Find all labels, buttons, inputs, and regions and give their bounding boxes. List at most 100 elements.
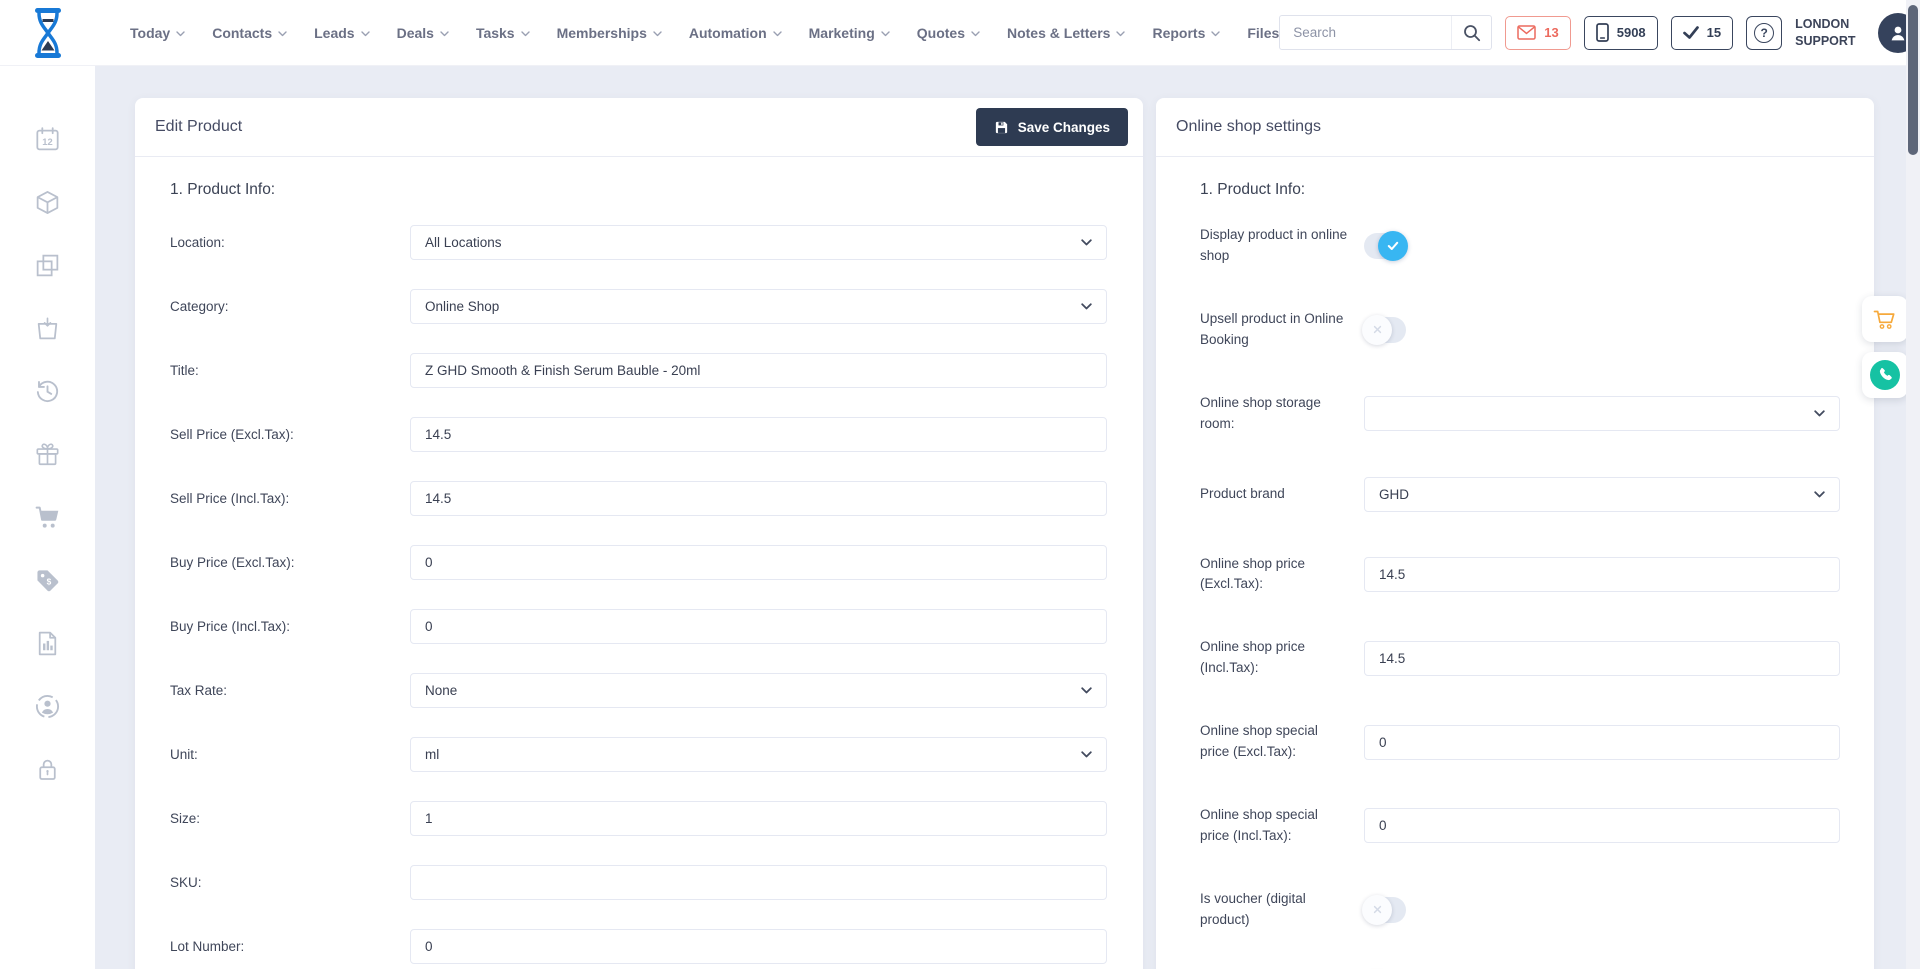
online-shop-special-price-excl-tax-input[interactable] (1364, 725, 1840, 760)
form-row: SKU: (170, 865, 1107, 900)
vertical-scrollbar[interactable] (1906, 0, 1920, 969)
nav-item-tasks[interactable]: Tasks (476, 25, 530, 41)
sidebar-calendar-icon[interactable]: 12 (34, 126, 61, 153)
field-label: Size: (170, 811, 410, 826)
floating-side-buttons (1862, 296, 1908, 398)
field-control (1364, 233, 1840, 259)
form-row: Is voucher (digital product) (1200, 889, 1840, 931)
toggle-knob (1362, 895, 1392, 925)
size-input[interactable] (410, 801, 1107, 836)
online-shop-cart-button[interactable] (1862, 296, 1908, 342)
icon-sidebar: 12 $ (0, 66, 95, 969)
field-control (410, 929, 1107, 964)
call-button[interactable] (1862, 352, 1908, 398)
check-icon (1683, 26, 1699, 39)
online-shop-price-incl-tax-input[interactable] (1364, 641, 1840, 676)
unit-select[interactable]: ml (410, 737, 1107, 772)
nav-item-today[interactable]: Today (130, 25, 185, 41)
save-changes-label: Save Changes (1018, 120, 1110, 135)
field-control: GHD (1364, 477, 1840, 512)
main-nav: Today Contacts Leads Deals Tasks Memberships A… (68, 25, 1279, 41)
nav-item-deals[interactable]: Deals (397, 25, 449, 41)
tasks-badge[interactable]: 15 (1671, 16, 1733, 50)
chevron-down-icon (176, 31, 185, 37)
field-control (410, 609, 1107, 644)
panel-title: Online shop settings (1176, 118, 1321, 136)
help-button[interactable]: ? (1746, 16, 1782, 50)
nav-item-label: Contacts (212, 25, 272, 41)
tax-rate-select[interactable]: None (410, 673, 1107, 708)
chevron-down-icon (1814, 491, 1825, 498)
nav-item-marketing[interactable]: Marketing (809, 25, 890, 41)
chevron-down-icon (1081, 687, 1092, 694)
section-title-product-info: 1. Product Info: (1200, 181, 1840, 199)
is-voucher-toggle[interactable] (1364, 897, 1406, 923)
sell-price-incl-tax-input[interactable] (410, 481, 1107, 516)
storage-room-select[interactable] (1364, 396, 1840, 431)
field-label: Category: (170, 299, 410, 314)
scrollbar-thumb[interactable] (1908, 5, 1918, 155)
search-box (1279, 15, 1492, 50)
buy-price-incl-tax-input[interactable] (410, 609, 1107, 644)
online-shop-price-excl-tax-input[interactable] (1364, 557, 1840, 592)
sidebar-gift-icon[interactable] (34, 441, 61, 468)
nav-item-label: Files (1247, 25, 1279, 41)
nav-item-quotes[interactable]: Quotes (917, 25, 980, 41)
form-row: Buy Price (Excl.Tax): (170, 545, 1107, 580)
form-row: Sell Price (Excl.Tax): (170, 417, 1107, 452)
sidebar-duplicate-squares-icon[interactable] (34, 252, 61, 279)
lot-number-input[interactable] (410, 929, 1107, 964)
sidebar-shopping-bag-icon[interactable] (34, 315, 61, 342)
save-changes-button[interactable]: Save Changes (976, 108, 1128, 146)
buy-price-excl-tax-input[interactable] (410, 545, 1107, 580)
chevron-down-icon (278, 31, 287, 37)
app-logo-hourglass-icon[interactable] (28, 7, 68, 59)
online-shop-special-price-incl-tax-input[interactable] (1364, 808, 1840, 843)
chevron-down-icon (881, 31, 890, 37)
cart-icon (1872, 307, 1898, 331)
field-control (410, 801, 1107, 836)
form-row: Category:Online Shop (170, 289, 1107, 324)
toggle-knob (1362, 315, 1392, 345)
calls-badge[interactable]: 5908 (1584, 16, 1658, 50)
form-row: Online shop price (Excl.Tax): (1200, 554, 1840, 596)
nav-item-contacts[interactable]: Contacts (212, 25, 287, 41)
online-shop-settings-panel: Online shop settings 1. Product Info: Di… (1156, 98, 1874, 969)
field-control (1364, 641, 1840, 676)
sidebar-products-cube-icon[interactable] (34, 189, 61, 216)
sidebar-lock-icon[interactable] (34, 756, 61, 783)
product-brand-select[interactable]: GHD (1364, 477, 1840, 512)
sidebar-price-tag-icon[interactable]: $ (34, 567, 61, 594)
display-product-toggle[interactable] (1364, 233, 1406, 259)
nav-item-label: Reports (1152, 25, 1205, 41)
form-row: Upsell product in Online Booking (1200, 309, 1840, 351)
field-label: Is voucher (digital product) (1200, 889, 1364, 931)
edit-product-header: Edit Product Save Changes (135, 98, 1143, 157)
nav-item-files[interactable]: Files (1247, 25, 1279, 41)
nav-item-notes-letters[interactable]: Notes & Letters (1007, 25, 1125, 41)
nav-item-leads[interactable]: Leads (314, 25, 369, 41)
sidebar-history-icon[interactable] (34, 378, 61, 405)
field-label: Display product in online shop (1200, 225, 1364, 267)
search-icon[interactable] (1451, 16, 1491, 49)
sidebar-sales-report-icon[interactable] (34, 630, 61, 657)
search-input[interactable] (1280, 25, 1451, 40)
sidebar-account-icon[interactable] (34, 693, 61, 720)
nav-item-reports[interactable]: Reports (1152, 25, 1220, 41)
nav-item-automation[interactable]: Automation (689, 25, 782, 41)
sidebar-cart-icon[interactable] (34, 504, 61, 531)
form-row: Display product in online shop (1200, 225, 1840, 267)
navbar-right-cluster: 13 5908 15 ? LONDON SUPPORT (1279, 13, 1918, 53)
title-input[interactable] (410, 353, 1107, 388)
nav-item-label: Automation (689, 25, 767, 41)
sell-price-excl-tax-input[interactable] (410, 417, 1107, 452)
toggle-knob (1378, 231, 1408, 261)
messages-badge[interactable]: 13 (1505, 16, 1570, 50)
nav-item-label: Marketing (809, 25, 875, 41)
nav-item-memberships[interactable]: Memberships (557, 25, 662, 41)
upsell-product-toggle[interactable] (1364, 317, 1406, 343)
location-select[interactable]: All Locations (410, 225, 1107, 260)
sku-input[interactable] (410, 865, 1107, 900)
category-select[interactable]: Online Shop (410, 289, 1107, 324)
form-row: Lot Number: (170, 929, 1107, 964)
